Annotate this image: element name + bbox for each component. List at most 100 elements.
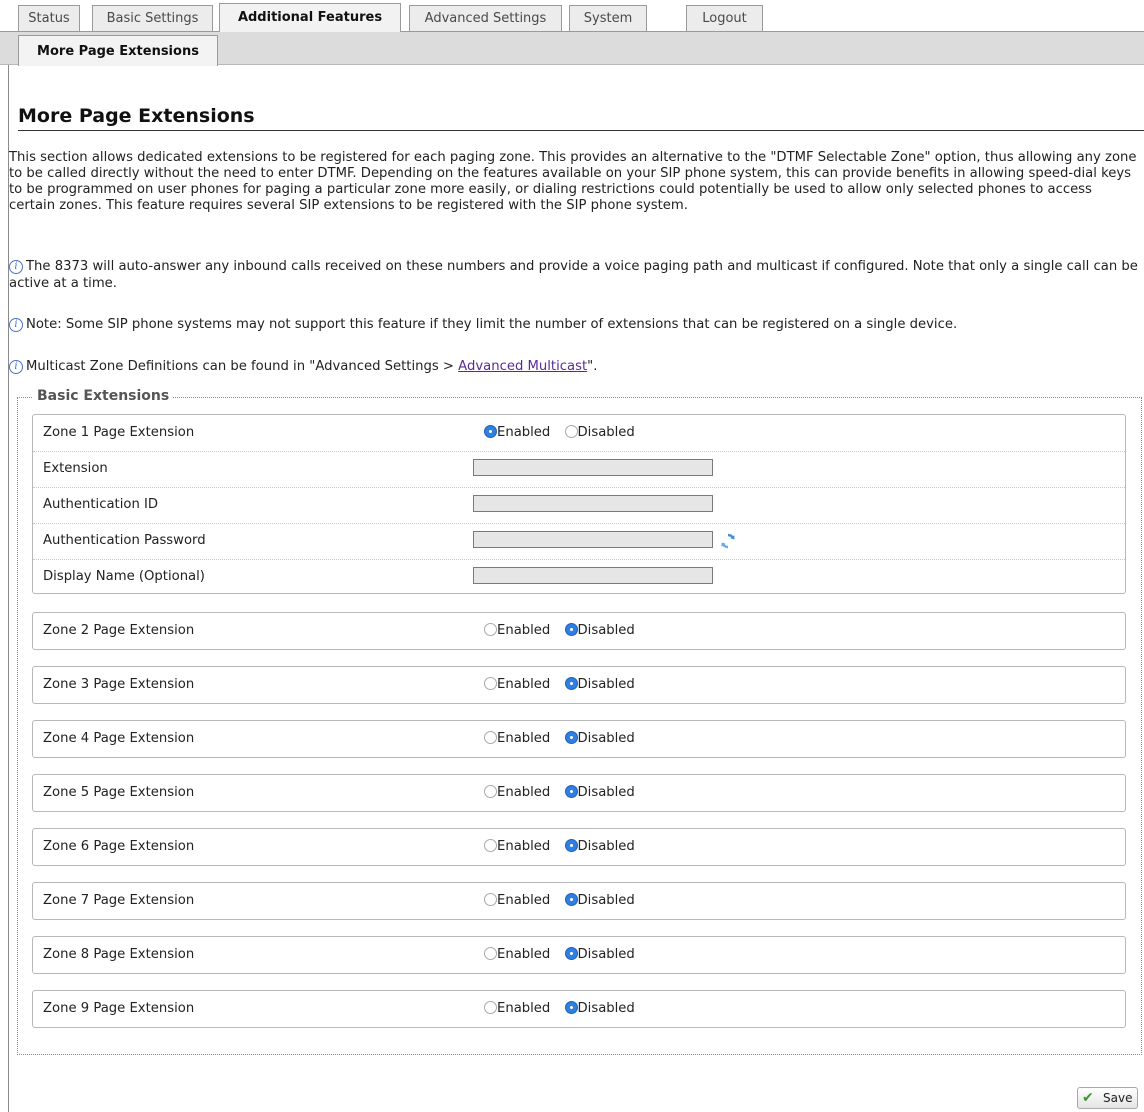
save-button[interactable]: ✔ Save <box>1077 1087 1138 1109</box>
authentication-password-label: Authentication Password <box>43 533 206 548</box>
zone-1-enabled-radio[interactable] <box>484 425 497 438</box>
zone-6-disabled-radio[interactable] <box>564 839 578 852</box>
zone-5-enabled-radio[interactable] <box>484 785 497 798</box>
subtab-bar: More Page Extensions <box>0 31 1144 66</box>
zone-7-disabled-radio[interactable] <box>564 893 578 906</box>
info-note-multicast: i Multicast Zone Definitions can be found… <box>9 358 1139 375</box>
zone-5-radio-group: Enabled Disabled <box>484 785 645 800</box>
zone-7-row: Zone 7 Page Extension Enabled Disabled <box>33 883 1125 919</box>
zone-4-row: Zone 4 Page Extension Enabled Disabled <box>33 721 1125 757</box>
enabled-label: Enabled <box>497 677 551 692</box>
zone-9-box: Zone 9 Page Extension Enabled Disabled <box>32 990 1126 1028</box>
disabled-label: Disabled <box>577 623 635 638</box>
zone-4-disabled-radio[interactable] <box>564 731 578 744</box>
advanced-multicast-link[interactable]: Advanced Multicast <box>458 359 587 374</box>
enabled-label: Enabled <box>497 731 551 746</box>
zone-3-radio-group: Enabled Disabled <box>484 677 645 692</box>
enabled-label: Enabled <box>497 623 551 638</box>
display-name-input[interactable] <box>473 567 713 584</box>
zone-1-radio-group: Enabled Disabled <box>484 425 645 440</box>
page-title: More Page Extensions <box>18 105 1144 131</box>
zone-7-label: Zone 7 Page Extension <box>43 893 195 908</box>
zone-7-box: Zone 7 Page Extension Enabled Disabled <box>32 882 1126 920</box>
disabled-label: Disabled <box>577 677 635 692</box>
zone-8-box: Zone 8 Page Extension Enabled Disabled <box>32 936 1126 974</box>
tab-basic-settings[interactable]: Basic Settings <box>92 5 213 31</box>
info-circle-icon: i <box>9 360 23 374</box>
enabled-label: Enabled <box>497 893 551 908</box>
zone-6-enabled-radio[interactable] <box>484 839 497 852</box>
zone-8-radio-group: Enabled Disabled <box>484 947 645 962</box>
section-description: This section allows dedicated extensions… <box>9 150 1137 213</box>
zone-8-enabled-radio[interactable] <box>484 947 497 960</box>
zone-6-label: Zone 6 Page Extension <box>43 839 195 854</box>
enabled-label: Enabled <box>497 947 551 962</box>
authentication-password-input[interactable] <box>473 531 713 548</box>
authentication-id-label: Authentication ID <box>43 497 159 512</box>
zone-6-row: Zone 6 Page Extension Enabled Disabled <box>33 829 1125 865</box>
disabled-label: Disabled <box>577 893 635 908</box>
info-circle-icon: i <box>9 260 23 274</box>
zone-4-label: Zone 4 Page Extension <box>43 731 195 746</box>
tab-status[interactable]: Status <box>18 5 80 31</box>
disabled-label: Disabled <box>577 785 635 800</box>
save-label: Save <box>1103 1091 1133 1105</box>
zone-7-radio-group: Enabled Disabled <box>484 893 645 908</box>
zone-9-enabled-radio[interactable] <box>484 1001 497 1014</box>
enabled-label: Enabled <box>497 425 551 440</box>
zone-9-label: Zone 9 Page Extension <box>43 1001 195 1016</box>
extension-label: Extension <box>43 461 108 476</box>
zone-3-label: Zone 3 Page Extension <box>43 677 195 692</box>
zone-9-row: Zone 9 Page Extension Enabled Disabled <box>33 991 1125 1027</box>
zone-1-label: Zone 1 Page Extension <box>43 425 195 440</box>
zone-2-radio-group: Enabled Disabled <box>484 623 645 638</box>
zone-3-box: Zone 3 Page Extension Enabled Disabled <box>32 666 1126 704</box>
zone-5-box: Zone 5 Page Extension Enabled Disabled <box>32 774 1126 812</box>
checkmark-icon: ✔ <box>1082 1090 1094 1106</box>
zone-5-label: Zone 5 Page Extension <box>43 785 195 800</box>
tab-system[interactable]: System <box>569 5 647 31</box>
tab-logout[interactable]: Logout <box>686 5 763 31</box>
zone-2-label: Zone 2 Page Extension <box>43 623 195 638</box>
zone-2-enabled-radio[interactable] <box>484 623 497 636</box>
zone-6-box: Zone 6 Page Extension Enabled Disabled <box>32 828 1126 866</box>
tab-additional-features[interactable]: Additional Features <box>219 3 401 32</box>
extension-input[interactable] <box>473 459 713 476</box>
zone-4-enabled-radio[interactable] <box>484 731 497 744</box>
zone-8-disabled-radio[interactable] <box>564 947 578 960</box>
zone-3-disabled-radio[interactable] <box>564 677 578 690</box>
info-note-auto-answer: i The 8373 will auto-answer any inbound c… <box>9 259 1138 291</box>
zone-5-row: Zone 5 Page Extension Enabled Disabled <box>33 775 1125 811</box>
disabled-label: Disabled <box>577 1001 635 1016</box>
zone-2-disabled-radio[interactable] <box>564 623 578 636</box>
authentication-id-input[interactable] <box>473 495 713 512</box>
enabled-label: Enabled <box>497 785 551 800</box>
zone-5-disabled-radio[interactable] <box>564 785 578 798</box>
zone-2-row: Zone 2 Page Extension Enabled Disabled <box>33 613 1125 649</box>
zone-4-radio-group: Enabled Disabled <box>484 731 645 746</box>
zone-3-enabled-radio[interactable] <box>484 677 497 690</box>
zone-1-row: Zone 1 Page Extension Enabled Disabled <box>33 415 1125 452</box>
zone-8-row: Zone 8 Page Extension Enabled Disabled <box>33 937 1125 973</box>
basic-extensions-legend: Basic Extensions <box>33 388 174 404</box>
tab-advanced-settings[interactable]: Advanced Settings <box>409 5 562 31</box>
zone-7-enabled-radio[interactable] <box>484 893 497 906</box>
authentication-id-row: Authentication ID <box>33 487 1125 524</box>
zone-1-box: Zone 1 Page Extension Enabled Disabled E… <box>32 414 1126 594</box>
subtab-more-page-extensions[interactable]: More Page Extensions <box>18 35 218 66</box>
extension-row: Extension <box>33 451 1125 488</box>
disabled-label: Disabled <box>577 731 635 746</box>
zone-3-row: Zone 3 Page Extension Enabled Disabled <box>33 667 1125 703</box>
display-name-row: Display Name (Optional) <box>33 559 1125 595</box>
zone-1-disabled-radio[interactable] <box>564 425 578 438</box>
zone-9-disabled-radio[interactable] <box>564 1001 578 1014</box>
refresh-password-icon[interactable] <box>720 533 736 549</box>
zone-8-label: Zone 8 Page Extension <box>43 947 195 962</box>
enabled-label: Enabled <box>497 839 551 854</box>
enabled-label: Enabled <box>497 1001 551 1016</box>
disabled-label: Disabled <box>577 425 635 440</box>
disabled-label: Disabled <box>577 947 635 962</box>
zone-6-radio-group: Enabled Disabled <box>484 839 645 854</box>
top-tab-bar: Status Basic Settings Additional Feature… <box>0 0 1144 32</box>
disabled-label: Disabled <box>577 839 635 854</box>
